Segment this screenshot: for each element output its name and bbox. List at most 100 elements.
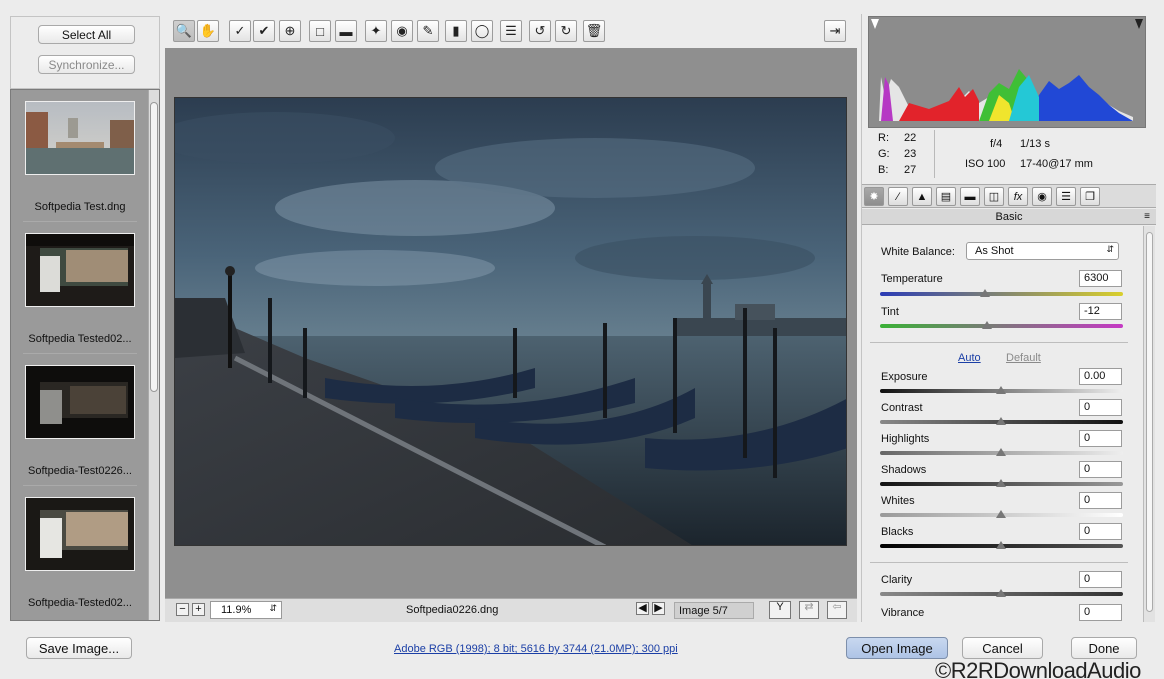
exposure-field[interactable]: 0.00 <box>1079 368 1122 385</box>
hand-icon[interactable]: ✋ <box>197 20 219 42</box>
watermark: ©R2RDownloadAudio <box>935 658 1141 679</box>
filmstrip-scrollbar[interactable] <box>148 90 159 620</box>
copy-settings-icon[interactable]: ⇦ <box>827 601 847 619</box>
image-preview <box>165 48 857 598</box>
temperature-slider[interactable] <box>880 292 1123 296</box>
next-image-button[interactable]: ▶ <box>652 602 665 615</box>
thumbnail-4[interactable] <box>25 497 135 571</box>
highlights-slider-knob[interactable] <box>996 448 1006 456</box>
temperature-slider-knob[interactable] <box>980 289 990 297</box>
save-image-button[interactable]: Save Image... <box>26 637 132 659</box>
zoom-icon[interactable]: 🔍 <box>173 20 195 42</box>
thumbnail-2[interactable] <box>25 233 135 307</box>
tab-split-toning[interactable]: ▬ <box>960 187 980 206</box>
tab-camera-calibration[interactable]: ◉ <box>1032 187 1052 206</box>
divider <box>23 221 137 222</box>
tab-lens-corrections[interactable]: ◫ <box>984 187 1004 206</box>
zoom-select[interactable]: 11.9% ⇵ <box>210 601 282 619</box>
clarity-field[interactable]: 0 <box>1079 571 1122 588</box>
tab-detail[interactable]: ▲ <box>912 187 932 206</box>
vibrance-field[interactable]: 0 <box>1079 604 1122 621</box>
exposure-label: Exposure <box>881 371 928 383</box>
done-button[interactable]: Done <box>1071 637 1137 659</box>
thumbnail-3[interactable] <box>25 365 135 439</box>
exposure-slider-knob[interactable] <box>996 386 1006 394</box>
tint-field[interactable]: -12 <box>1079 303 1122 320</box>
toolbar: 🔍 ✋ ✓ ✔ ⊕ □ ▬ ✦ ◉ ✎ ▮ ◯ ☰ ↺ ↻ 🗑 ⇥ <box>165 14 857 48</box>
shadows-label: Shadows <box>881 464 927 476</box>
shadows-slider-knob[interactable] <box>996 479 1006 487</box>
g-value: 23 <box>904 148 917 160</box>
filmstrip: Softpedia Test.dng Softpedia Tested02...… <box>10 89 160 621</box>
tab-basic[interactable]: ✸ <box>864 187 884 206</box>
tint-slider[interactable] <box>880 324 1123 328</box>
tab-hsl[interactable]: ▤ <box>936 187 956 206</box>
select-all-button[interactable]: Select All <box>38 25 135 44</box>
zoom-out-button[interactable]: − <box>176 603 189 616</box>
current-filename: Softpedia0226.dng <box>406 604 499 616</box>
aperture-value: f/4 <box>990 138 1003 150</box>
tint-slider-knob[interactable] <box>982 321 992 329</box>
crop-icon[interactable]: □ <box>309 20 331 42</box>
color-sampler-icon[interactable]: ✔ <box>253 20 275 42</box>
panel-menu-icon[interactable]: ≡ <box>1144 209 1150 225</box>
blacks-slider-knob[interactable] <box>996 541 1006 549</box>
highlights-field[interactable]: 0 <box>1079 430 1122 447</box>
default-link[interactable]: Default <box>1006 352 1041 364</box>
shutter-value: 1/13 s <box>1020 138 1050 150</box>
blacks-field[interactable]: 0 <box>1079 523 1122 540</box>
scrollbar-thumb[interactable] <box>1146 232 1153 612</box>
red-eye-icon[interactable]: ◉ <box>391 20 413 42</box>
white-balance-icon[interactable]: ✓ <box>229 20 251 42</box>
rotate-ccw-icon[interactable]: ↺ <box>529 20 551 42</box>
panel-tabs: ✸ ∕ ▲ ▤ ▬ ◫ fx ◉ ☰ ❐ <box>862 184 1156 208</box>
white-balance-select[interactable]: As Shot ⇵ <box>966 242 1119 260</box>
thumbnail-label: Softpedia Test.dng <box>34 201 126 213</box>
straighten-icon[interactable]: ▬ <box>335 20 357 42</box>
synchronize-button[interactable]: Synchronize... <box>38 55 135 74</box>
panel-scrollbar[interactable] <box>1143 226 1155 622</box>
temperature-field[interactable]: 6300 <box>1079 270 1122 287</box>
tab-snapshots[interactable]: ❐ <box>1080 187 1100 206</box>
contrast-label: Contrast <box>881 402 923 414</box>
tab-tone-curve[interactable]: ∕ <box>888 187 908 206</box>
filmstrip-header: Select All Synchronize... <box>10 16 160 89</box>
shadows-field[interactable]: 0 <box>1079 461 1122 478</box>
whites-field[interactable]: 0 <box>1079 492 1122 509</box>
lens-value: 17-40@17 mm <box>1020 158 1093 170</box>
rotate-cw-icon[interactable]: ↻ <box>555 20 577 42</box>
list-icon[interactable]: ☰ <box>500 20 522 42</box>
trash-icon[interactable]: 🗑 <box>583 20 605 42</box>
scrollbar-thumb[interactable] <box>150 102 158 392</box>
whites-slider-knob[interactable] <box>996 510 1006 518</box>
thumbnail-image <box>26 102 134 174</box>
previous-image-button[interactable]: ◀ <box>636 602 649 615</box>
thumbnail-1[interactable] <box>25 101 135 175</box>
before-after-icon[interactable]: Y <box>769 601 791 619</box>
g-label: G: <box>878 148 890 160</box>
adjustment-brush-icon[interactable]: ✎ <box>417 20 439 42</box>
open-image-button[interactable]: Open Image <box>846 637 948 659</box>
r-value: 22 <box>904 132 917 144</box>
contrast-slider-knob[interactable] <box>996 417 1006 425</box>
blacks-label: Blacks <box>881 526 914 538</box>
clarity-slider-knob[interactable] <box>996 589 1006 597</box>
cancel-button[interactable]: Cancel <box>962 637 1043 659</box>
image-counter: Image 5/7 <box>674 602 754 619</box>
divider <box>870 562 1128 563</box>
radial-filter-icon[interactable]: ◯ <box>471 20 493 42</box>
tab-presets[interactable]: ☰ <box>1056 187 1076 206</box>
tab-effects[interactable]: fx <box>1008 187 1028 206</box>
zoom-in-button[interactable]: + <box>192 603 205 616</box>
workflow-options-link[interactable]: Adobe RGB (1998); 8 bit; 5616 by 3744 (2… <box>394 643 678 655</box>
graduated-filter-icon[interactable]: ▮ <box>445 20 467 42</box>
contrast-field[interactable]: 0 <box>1079 399 1122 416</box>
spot-removal-icon[interactable]: ✦ <box>365 20 387 42</box>
thumbnail-label: Softpedia-Tested02... <box>28 597 132 609</box>
targeted-adjust-icon[interactable]: ⊕ <box>279 20 301 42</box>
photo-preview[interactable] <box>174 97 847 546</box>
fullscreen-icon[interactable]: ⇥ <box>824 20 846 42</box>
auto-link[interactable]: Auto <box>958 352 981 364</box>
vibrance-label: Vibrance <box>881 607 925 619</box>
swap-settings-icon[interactable]: ⇄ <box>799 601 819 619</box>
